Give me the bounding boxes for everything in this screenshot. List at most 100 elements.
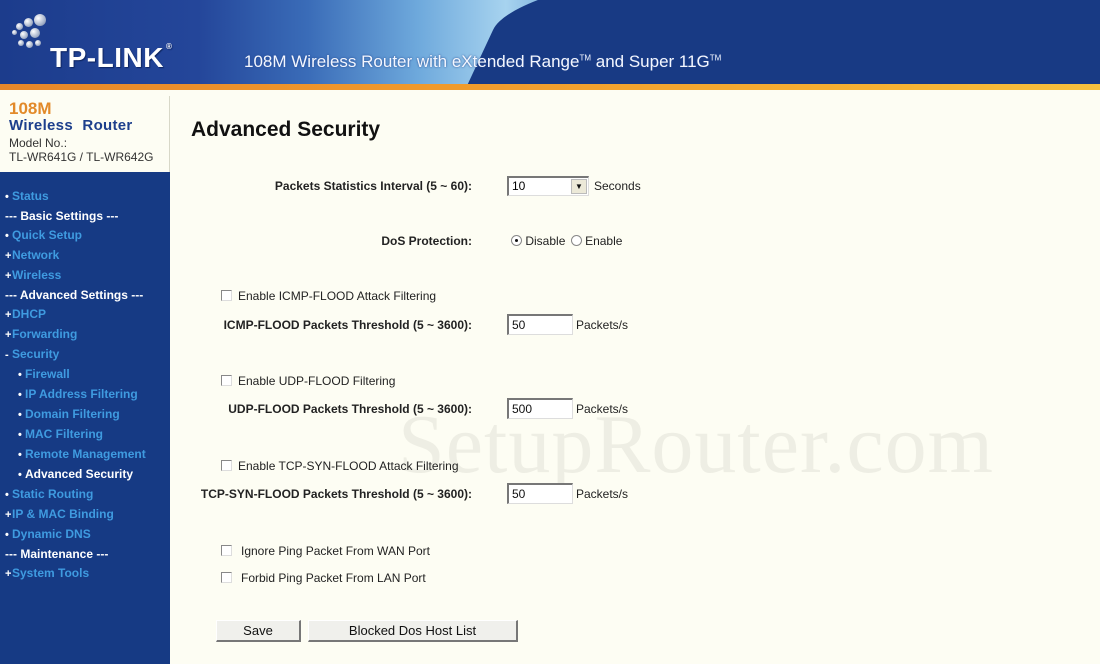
dos-enable-label: Enable bbox=[585, 234, 623, 248]
sidebar-item-label: Security bbox=[12, 347, 60, 361]
dos-protection-options: Disable Enable bbox=[511, 234, 622, 248]
bullet-icon: • bbox=[5, 489, 9, 501]
save-button[interactable]: Save bbox=[216, 620, 301, 642]
dos-protection-label: DoS Protection: bbox=[381, 234, 472, 248]
sidebar-item-label: System Tools bbox=[12, 566, 90, 580]
udp-threshold-unit: Packets/s bbox=[576, 402, 629, 416]
banner-swoosh bbox=[465, 0, 1100, 90]
model-speed: 108M bbox=[9, 99, 52, 118]
sidebar-item-label: Domain Filtering bbox=[25, 407, 120, 421]
tcp-syn-filter-label: Enable TCP-SYN-FLOOD Attack Filtering bbox=[238, 459, 459, 473]
ignore-ping-wan-checkbox[interactable] bbox=[221, 545, 232, 556]
sidebar-item-network[interactable]: +Network bbox=[0, 246, 170, 266]
sidebar-item-system-tools[interactable]: +System Tools bbox=[0, 564, 170, 584]
bullet-icon: • bbox=[18, 449, 22, 461]
udp-threshold-input[interactable]: 500 bbox=[507, 398, 573, 419]
icmp-filter-row: Enable ICMP-FLOOD Attack Filtering bbox=[221, 289, 436, 303]
sidebar-heading-maintenance: --- Maintenance --- bbox=[5, 547, 109, 561]
sidebar-item-label: Firewall bbox=[25, 367, 70, 381]
expand-plus-icon: + bbox=[5, 329, 12, 341]
sidebar-item-dynamic-dns[interactable]: • Dynamic DNS bbox=[0, 525, 170, 545]
sidebar-item-advanced-security[interactable]: • Advanced Security bbox=[0, 465, 170, 485]
trademark-1: TM bbox=[579, 53, 592, 63]
packets-interval-select[interactable]: 10 ▼ bbox=[507, 176, 589, 196]
ignore-ping-wan-label: Ignore Ping Packet From WAN Port bbox=[241, 544, 430, 558]
sidebar-item-label: IP & MAC Binding bbox=[12, 507, 114, 521]
model-info: 108M Wireless Router Model No.: TL-WR641… bbox=[0, 96, 170, 172]
model-label: Model No.: bbox=[9, 136, 68, 150]
sidebar-item-label: Static Routing bbox=[12, 487, 94, 501]
tcp-syn-filter-row: Enable TCP-SYN-FLOOD Attack Filtering bbox=[221, 459, 459, 473]
icmp-threshold-input[interactable]: 50 bbox=[507, 314, 573, 335]
brand-name: TP-LINK bbox=[50, 42, 164, 73]
sidebar-item-label: Quick Setup bbox=[12, 228, 83, 242]
sidebar-item-status[interactable]: • Status bbox=[0, 187, 170, 207]
header-tagline: 108M Wireless Router with eXtended Range… bbox=[244, 52, 721, 72]
tagline-text-2: and Super 11G bbox=[591, 52, 710, 71]
sidebar-item-label: DHCP bbox=[12, 307, 47, 321]
bullet-icon: • bbox=[5, 529, 9, 541]
sidebar-item-ip-address-filtering[interactable]: • IP Address Filtering bbox=[0, 385, 170, 405]
sidebar-item-wireless[interactable]: +Wireless bbox=[0, 266, 170, 286]
ignore-ping-wan-row: Ignore Ping Packet From WAN Port bbox=[221, 544, 430, 558]
bullet-icon: • bbox=[18, 429, 22, 441]
dos-enable-radio[interactable] bbox=[570, 235, 582, 246]
main-content: SetupRouter.com Advanced Security Packet… bbox=[170, 96, 1100, 664]
tcp-syn-filter-checkbox[interactable] bbox=[221, 460, 232, 471]
sidebar-item-ip-mac-binding[interactable]: +IP & MAC Binding bbox=[0, 505, 170, 525]
watermark: SetupRouter.com bbox=[398, 398, 994, 491]
packets-interval-label: Packets Statistics Interval (5 ~ 60): bbox=[274, 179, 472, 193]
sidebar-item-mac-filtering[interactable]: • MAC Filtering bbox=[0, 425, 170, 445]
tagline-text-1: 108M Wireless Router with eXtended Range bbox=[244, 52, 580, 71]
sidebar-item-forwarding[interactable]: +Forwarding bbox=[0, 325, 170, 345]
bullet-icon: • bbox=[18, 369, 22, 381]
sidebar-item-label: IP Address Filtering bbox=[25, 387, 138, 401]
sidebar-item-label: Advanced Security bbox=[25, 467, 134, 481]
sidebar-item-label: Dynamic DNS bbox=[12, 527, 91, 541]
expand-plus-icon: + bbox=[5, 309, 12, 321]
tcp-syn-threshold-input[interactable]: 50 bbox=[507, 483, 573, 504]
icmp-threshold-label: ICMP-FLOOD Packets Threshold (5 ~ 3600): bbox=[223, 318, 472, 332]
udp-filter-checkbox[interactable] bbox=[221, 375, 232, 386]
sidebar-item-dhcp[interactable]: +DHCP bbox=[0, 305, 170, 325]
sidebar-item-security[interactable]: - Security bbox=[0, 345, 170, 365]
udp-filter-label: Enable UDP-FLOOD Filtering bbox=[238, 374, 396, 388]
sidebar-heading-basic-settings: --- Basic Settings --- bbox=[5, 209, 119, 223]
header-banner: TP-LINK ® 108M Wireless Router with eXten… bbox=[0, 0, 1100, 90]
blocked-dos-host-list-button[interactable]: Blocked Dos Host List bbox=[308, 620, 518, 642]
sidebar-item-static-routing[interactable]: • Static Routing bbox=[0, 485, 170, 505]
brand-logo: TP-LINK ® bbox=[50, 42, 172, 74]
packets-interval-value: 10 bbox=[512, 179, 526, 193]
trademark-2: TM bbox=[709, 53, 722, 63]
sidebar: 108M Wireless Router Model No.: TL-WR641… bbox=[0, 96, 170, 664]
tcp-syn-threshold-unit: Packets/s bbox=[576, 487, 629, 501]
tp-link-logo-icon bbox=[12, 14, 52, 50]
header-orange-band bbox=[0, 84, 1100, 90]
icmp-filter-checkbox[interactable] bbox=[221, 290, 232, 301]
model-number: TL-WR641G / TL-WR642G bbox=[9, 150, 154, 164]
sidebar-item-label: Wireless bbox=[12, 268, 62, 282]
sidebar-item-remote-management[interactable]: • Remote Management bbox=[0, 445, 170, 465]
tcp-syn-threshold-label: TCP-SYN-FLOOD Packets Threshold (5 ~ 360… bbox=[200, 487, 472, 501]
model-type: Wireless Router bbox=[9, 117, 133, 134]
sidebar-item-domain-filtering[interactable]: • Domain Filtering bbox=[0, 405, 170, 425]
dos-disable-label: Disable bbox=[525, 234, 566, 248]
chevron-down-icon[interactable]: ▼ bbox=[571, 179, 587, 194]
page-title: Advanced Security bbox=[191, 118, 381, 141]
sidebar-heading-advanced-settings: --- Advanced Settings --- bbox=[5, 288, 144, 302]
dos-disable-radio[interactable] bbox=[511, 235, 522, 246]
sidebar-item-quick-setup[interactable]: • Quick Setup bbox=[0, 226, 170, 246]
forbid-ping-lan-row: Forbid Ping Packet From LAN Port bbox=[221, 571, 426, 585]
forbid-ping-lan-checkbox[interactable] bbox=[221, 572, 232, 583]
bullet-icon: • bbox=[5, 230, 9, 242]
bullet-icon: • bbox=[18, 469, 22, 481]
sidebar-nav: • Status --- Basic Settings --- • Quick Setu… bbox=[0, 172, 170, 584]
collapse-minus-icon: - bbox=[5, 349, 9, 361]
sidebar-item-label: Status bbox=[12, 189, 49, 203]
sidebar-item-label: Remote Management bbox=[25, 447, 146, 461]
sidebar-item-firewall[interactable]: • Firewall bbox=[0, 365, 170, 385]
udp-threshold-label: UDP-FLOOD Packets Threshold (5 ~ 3600): bbox=[228, 402, 472, 416]
sidebar-item-label: Forwarding bbox=[12, 327, 78, 341]
expand-plus-icon: + bbox=[5, 568, 12, 580]
bullet-icon: • bbox=[5, 191, 9, 203]
